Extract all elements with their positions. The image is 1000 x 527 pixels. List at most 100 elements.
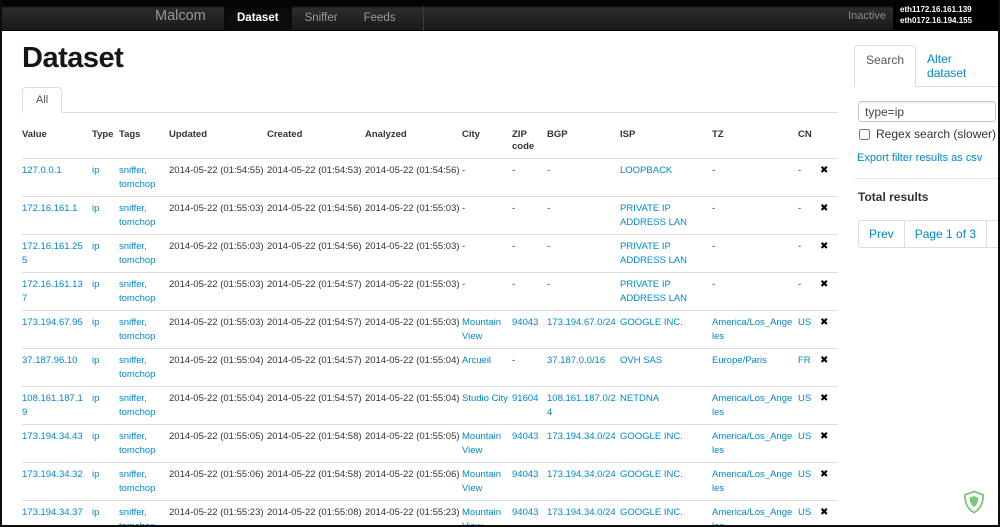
cell-country[interactable]: US [798,424,820,463]
cell-tags[interactable]: sniffer, tomchop [119,348,169,387]
cell-created: 2014-05-22 (01:54:58) [267,462,365,501]
remove-row-icon[interactable]: ✖ [820,431,828,442]
cell-zip-code[interactable]: 94043 [512,310,547,349]
cell-bgp[interactable]: 173.194.34.0/24 [547,424,620,463]
tab-alter-dataset[interactable]: Alter dataset [916,45,998,86]
cell-isp[interactable]: GOOGLE INC. [620,424,712,463]
cell-city[interactable]: Mountain View [462,462,512,501]
cell-city[interactable]: Mountain View [462,310,512,349]
tab-search[interactable]: Search [854,45,917,87]
cell-created: 2014-05-22 (01:54:57) [267,272,365,311]
cell-city[interactable]: Mountain View [462,424,512,463]
cell-value[interactable]: 173.194.34.37 [22,500,92,525]
cell-tags[interactable]: sniffer, tomchop [119,272,169,311]
cell-country[interactable]: US [798,386,820,425]
shield-icon[interactable] [963,490,985,514]
cell-value[interactable]: 172.16.161.255 [22,234,92,273]
export-csv-link[interactable]: Export filter results as csv [857,152,982,164]
cell-type[interactable]: ip [92,310,119,349]
cell-type[interactable]: ip [92,158,119,197]
cell-analyzed: 2014-05-22 (01:55:03) [365,272,462,311]
cell-tags[interactable]: sniffer, tomchop [119,500,169,525]
remove-row-icon[interactable]: ✖ [820,469,828,480]
search-input[interactable] [858,101,996,122]
remove-row-icon[interactable]: ✖ [820,203,828,214]
page-indicator[interactable]: Page 1 of 3 [903,220,988,248]
nav-tab-dataset[interactable]: Dataset [224,6,292,31]
cell-zip-code[interactable]: 94043 [512,462,547,501]
remove-row-icon[interactable]: ✖ [820,507,828,518]
cell-value[interactable]: 127.0.0.1 [22,158,92,197]
prev-page-button[interactable]: Prev [858,220,905,248]
cell-zip-code[interactable]: 94043 [512,424,547,463]
cell-tags[interactable]: sniffer, tomchop [119,158,169,197]
page-title: Dataset [22,42,124,74]
cell-value[interactable]: 172.16.161.137 [22,272,92,311]
cell-type[interactable]: ip [92,234,119,273]
cell-isp[interactable]: PRIVATE IP ADDRESS LAN [620,196,712,235]
brand[interactable]: Malcom [155,8,206,24]
cell-value[interactable]: 37.187.96.10 [22,348,92,387]
remove-row-icon[interactable]: ✖ [820,279,828,290]
remove-row-icon[interactable]: ✖ [820,241,828,252]
cell-tags[interactable]: sniffer, tomchop [119,310,169,349]
cell-updated: 2014-05-22 (01:55:03) [169,272,267,311]
cell-bgp[interactable]: 173.194.67.0/24 [547,310,620,349]
cell-bgp[interactable]: 37.187.0.0/16 [547,348,620,387]
cell-isp[interactable]: NETDNA [620,386,712,425]
cell-type[interactable]: ip [92,272,119,311]
cell-timezone[interactable]: America/Los_Angeles [712,462,798,501]
cell-zip-code[interactable]: 94043 [512,500,547,525]
cell-country[interactable]: FR [798,348,820,387]
cell-timezone[interactable]: America/Los_Angeles [712,424,798,463]
cell-type[interactable]: ip [92,348,119,387]
cell-bgp[interactable]: 108.161.187.0/24 [547,386,620,425]
next-page-button[interactable]: Next [986,220,998,248]
cell-type[interactable]: ip [92,500,119,525]
cell-type[interactable]: ip [92,462,119,501]
cell-timezone[interactable]: Europe/Paris [712,348,798,387]
cell-isp[interactable]: LOOPBACK [620,158,712,197]
cell-value[interactable]: 173.194.67.95 [22,310,92,349]
cell-value[interactable]: 173.194.34.32 [22,462,92,501]
cell-tags[interactable]: sniffer, tomchop [119,386,169,425]
cell-tags[interactable]: sniffer, tomchop [119,424,169,463]
nav-tab-feeds[interactable]: Feeds [351,6,409,31]
cell-city[interactable]: Arcueil [462,348,512,387]
cell-isp[interactable]: PRIVATE IP ADDRESS LAN [620,234,712,273]
cell-city[interactable]: Studio City [462,386,512,425]
cell-zip-code: - [512,348,547,387]
cell-tags[interactable]: sniffer, tomchop [119,234,169,273]
remove-row-icon[interactable]: ✖ [820,165,828,176]
cell-timezone[interactable]: America/Los_Angeles [712,386,798,425]
regex-checkbox[interactable] [859,128,870,140]
cell-zip-code[interactable]: 91604 [512,386,547,425]
remove-row-icon[interactable]: ✖ [820,355,828,366]
cell-isp[interactable]: OVH SAS [620,348,712,387]
cell-isp[interactable]: GOOGLE INC. [620,500,712,525]
cell-timezone[interactable]: America/Los_Angeles [712,310,798,349]
col-isp: ISP [620,129,636,140]
cell-type[interactable]: ip [92,424,119,463]
cell-type[interactable]: ip [92,196,119,235]
remove-row-icon[interactable]: ✖ [820,393,828,404]
cell-value[interactable]: 108.161.187.19 [22,386,92,425]
cell-bgp[interactable]: 173.194.34.0/24 [547,500,620,525]
cell-value[interactable]: 173.194.34.43 [22,424,92,463]
cell-isp[interactable]: GOOGLE INC. [620,462,712,501]
cell-isp[interactable]: GOOGLE INC. [620,310,712,349]
cell-bgp[interactable]: 173.194.34.0/24 [547,462,620,501]
cell-country[interactable]: US [798,462,820,501]
cell-city[interactable]: Mountain View [462,500,512,525]
cell-tags[interactable]: sniffer, tomchop [119,462,169,501]
cell-country[interactable]: US [798,500,820,525]
cell-timezone[interactable]: America/Los_Angeles [712,500,798,525]
cell-type[interactable]: ip [92,386,119,425]
tab-all[interactable]: All [22,87,63,113]
cell-value[interactable]: 172.16.161.1 [22,196,92,235]
cell-country[interactable]: US [798,310,820,349]
remove-row-icon[interactable]: ✖ [820,317,828,328]
cell-tags[interactable]: sniffer, tomchop [119,196,169,235]
nav-tab-sniffer[interactable]: Sniffer [292,6,351,31]
cell-isp[interactable]: PRIVATE IP ADDRESS LAN [620,272,712,311]
